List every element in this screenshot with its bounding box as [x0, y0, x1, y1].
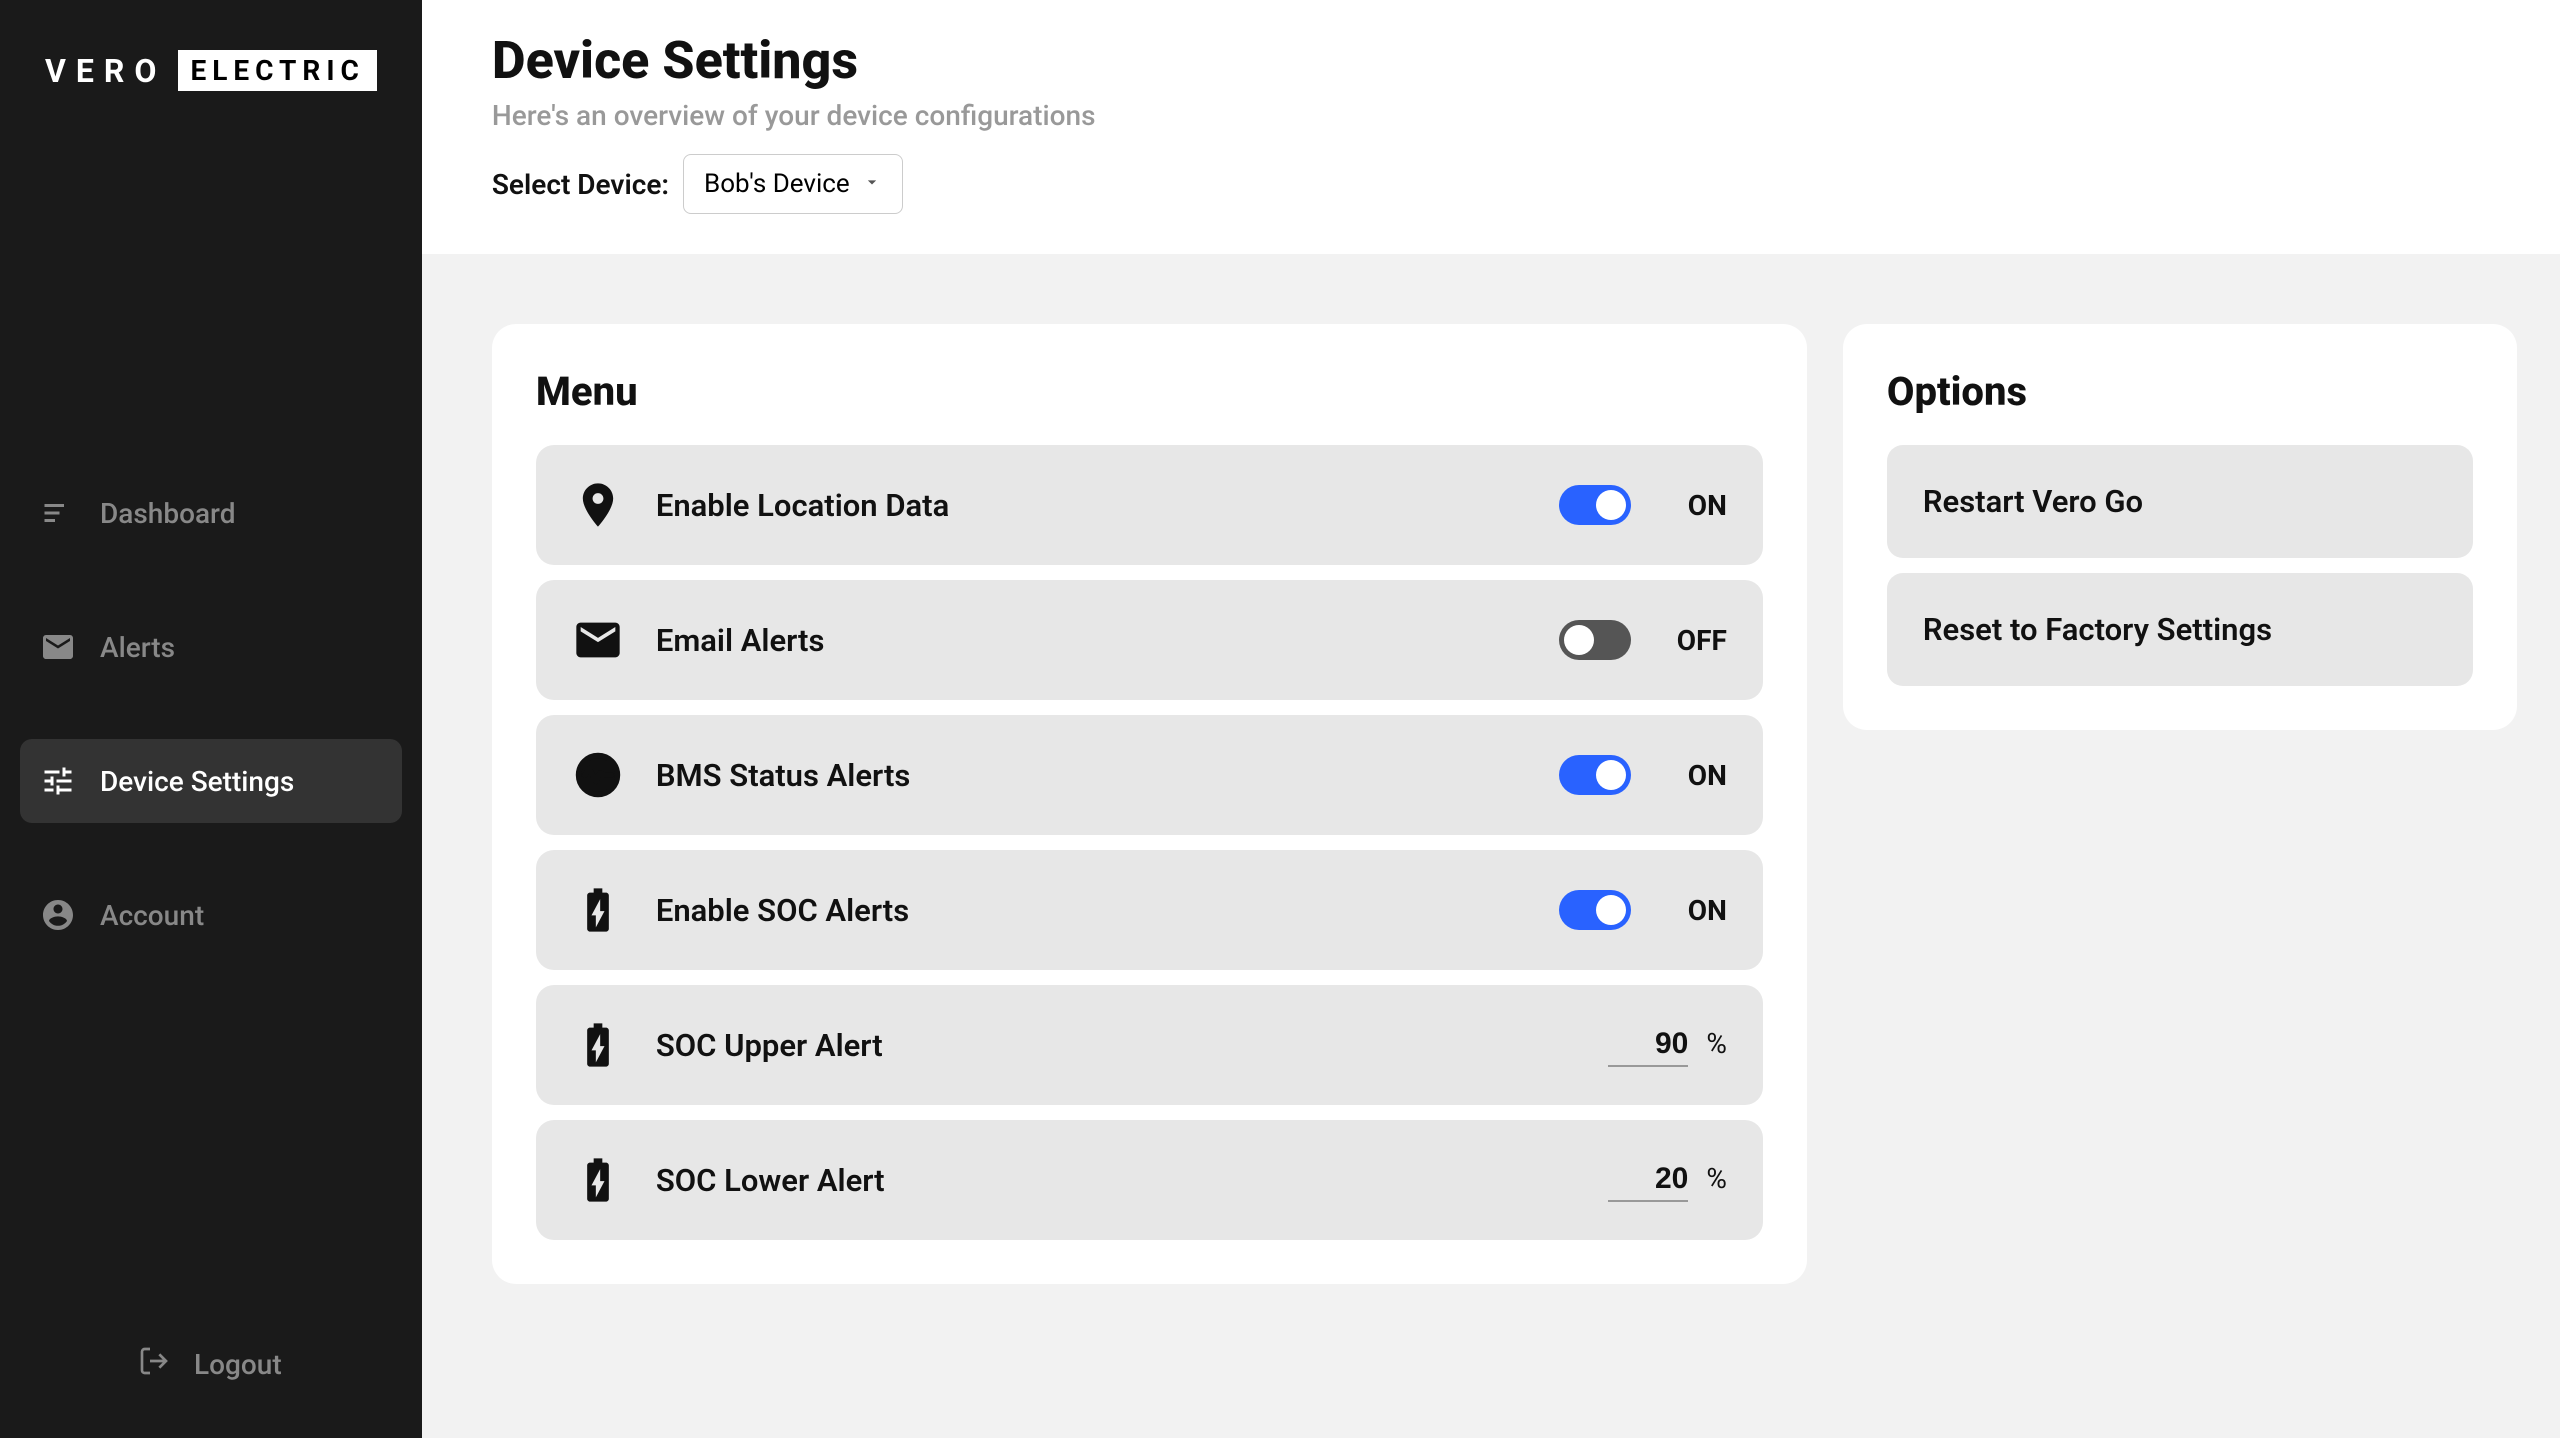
soc-alerts-toggle[interactable]: [1559, 890, 1631, 930]
option-button-label: Restart Vero Go: [1923, 483, 2143, 520]
bms-alerts-toggle[interactable]: [1559, 755, 1631, 795]
brand-part1: VERO: [45, 52, 166, 90]
soc-lower-input[interactable]: [1608, 1158, 1688, 1202]
menu-title: Menu: [536, 368, 1763, 415]
page-title: Device Settings: [492, 30, 2517, 91]
menu-item-label: BMS Status Alerts: [656, 757, 1559, 794]
menu-item-label: Enable SOC Alerts: [656, 892, 1559, 929]
options-title: Options: [1887, 368, 2473, 415]
menu-item-soc-lower: SOC Lower Alert %: [536, 1120, 1763, 1240]
option-button-label: Reset to Factory Settings: [1923, 611, 2272, 648]
battery-icon: [572, 1019, 624, 1071]
sidebar-item-device-settings[interactable]: Device Settings: [20, 739, 402, 823]
sidebar-item-alerts[interactable]: Alerts: [20, 605, 402, 689]
dashboard-icon: [40, 495, 76, 531]
main: Device Settings Here's an overview of yo…: [422, 0, 2560, 1438]
menu-item-label: SOC Upper Alert: [656, 1027, 1608, 1064]
percent-unit: %: [1706, 1027, 1727, 1060]
email-alerts-toggle[interactable]: [1559, 620, 1631, 660]
mail-icon: [572, 614, 624, 666]
mail-icon: [40, 629, 76, 665]
menu-item-bms-alerts: BMS Status Alerts ON: [536, 715, 1763, 835]
sidebar-item-label: Alerts: [100, 631, 175, 664]
activity-icon: [572, 749, 624, 801]
percent-unit: %: [1706, 1162, 1727, 1195]
toggle-state: ON: [1671, 489, 1727, 522]
logout-icon: [138, 1345, 170, 1384]
sidebar-item-label: Account: [100, 899, 204, 932]
device-select-row: Select Device: Bob's Device: [492, 154, 2517, 214]
logout-button[interactable]: Logout: [20, 1321, 402, 1408]
options-card: Options Restart Vero Go Reset to Factory…: [1843, 324, 2517, 730]
restart-button[interactable]: Restart Vero Go: [1887, 445, 2473, 558]
page-header: Device Settings Here's an overview of yo…: [422, 0, 2560, 254]
sidebar-item-label: Dashboard: [100, 497, 235, 530]
menu-item-soc-alerts: Enable SOC Alerts ON: [536, 850, 1763, 970]
location-icon: [572, 479, 624, 531]
battery-icon: [572, 1154, 624, 1206]
menu-card: Menu Enable Location Data ON Email Alert…: [492, 324, 1807, 1284]
chevron-down-icon: [862, 169, 882, 199]
menu-item-soc-upper: SOC Upper Alert %: [536, 985, 1763, 1105]
page-subtitle: Here's an overview of your device config…: [492, 99, 2517, 132]
sidebar-item-dashboard[interactable]: Dashboard: [20, 471, 402, 555]
toggle-state: OFF: [1671, 624, 1727, 657]
device-select-value: Bob's Device: [704, 169, 850, 199]
location-data-toggle[interactable]: [1559, 485, 1631, 525]
device-select[interactable]: Bob's Device: [683, 154, 903, 214]
soc-upper-input[interactable]: [1608, 1023, 1688, 1067]
sidebar-nav: Dashboard Alerts Device Settings Account: [20, 471, 402, 1321]
device-select-label: Select Device:: [492, 168, 669, 201]
sidebar-item-account[interactable]: Account: [20, 873, 402, 957]
menu-item-label: SOC Lower Alert: [656, 1162, 1608, 1199]
brand-logo: VERO ELECTRIC: [20, 50, 402, 91]
sidebar: VERO ELECTRIC Dashboard Alerts Device Se…: [0, 0, 422, 1438]
brand-part2: ELECTRIC: [178, 50, 376, 91]
content: Menu Enable Location Data ON Email Alert…: [422, 254, 2560, 1438]
sidebar-item-label: Device Settings: [100, 765, 294, 798]
account-icon: [40, 897, 76, 933]
menu-item-location-data: Enable Location Data ON: [536, 445, 1763, 565]
battery-charging-icon: [572, 884, 624, 936]
tune-icon: [40, 763, 76, 799]
menu-item-email-alerts: Email Alerts OFF: [536, 580, 1763, 700]
toggle-state: ON: [1671, 759, 1727, 792]
menu-item-label: Email Alerts: [656, 622, 1559, 659]
logout-label: Logout: [194, 1348, 282, 1381]
factory-reset-button[interactable]: Reset to Factory Settings: [1887, 573, 2473, 686]
menu-item-label: Enable Location Data: [656, 487, 1559, 524]
toggle-state: ON: [1671, 894, 1727, 927]
